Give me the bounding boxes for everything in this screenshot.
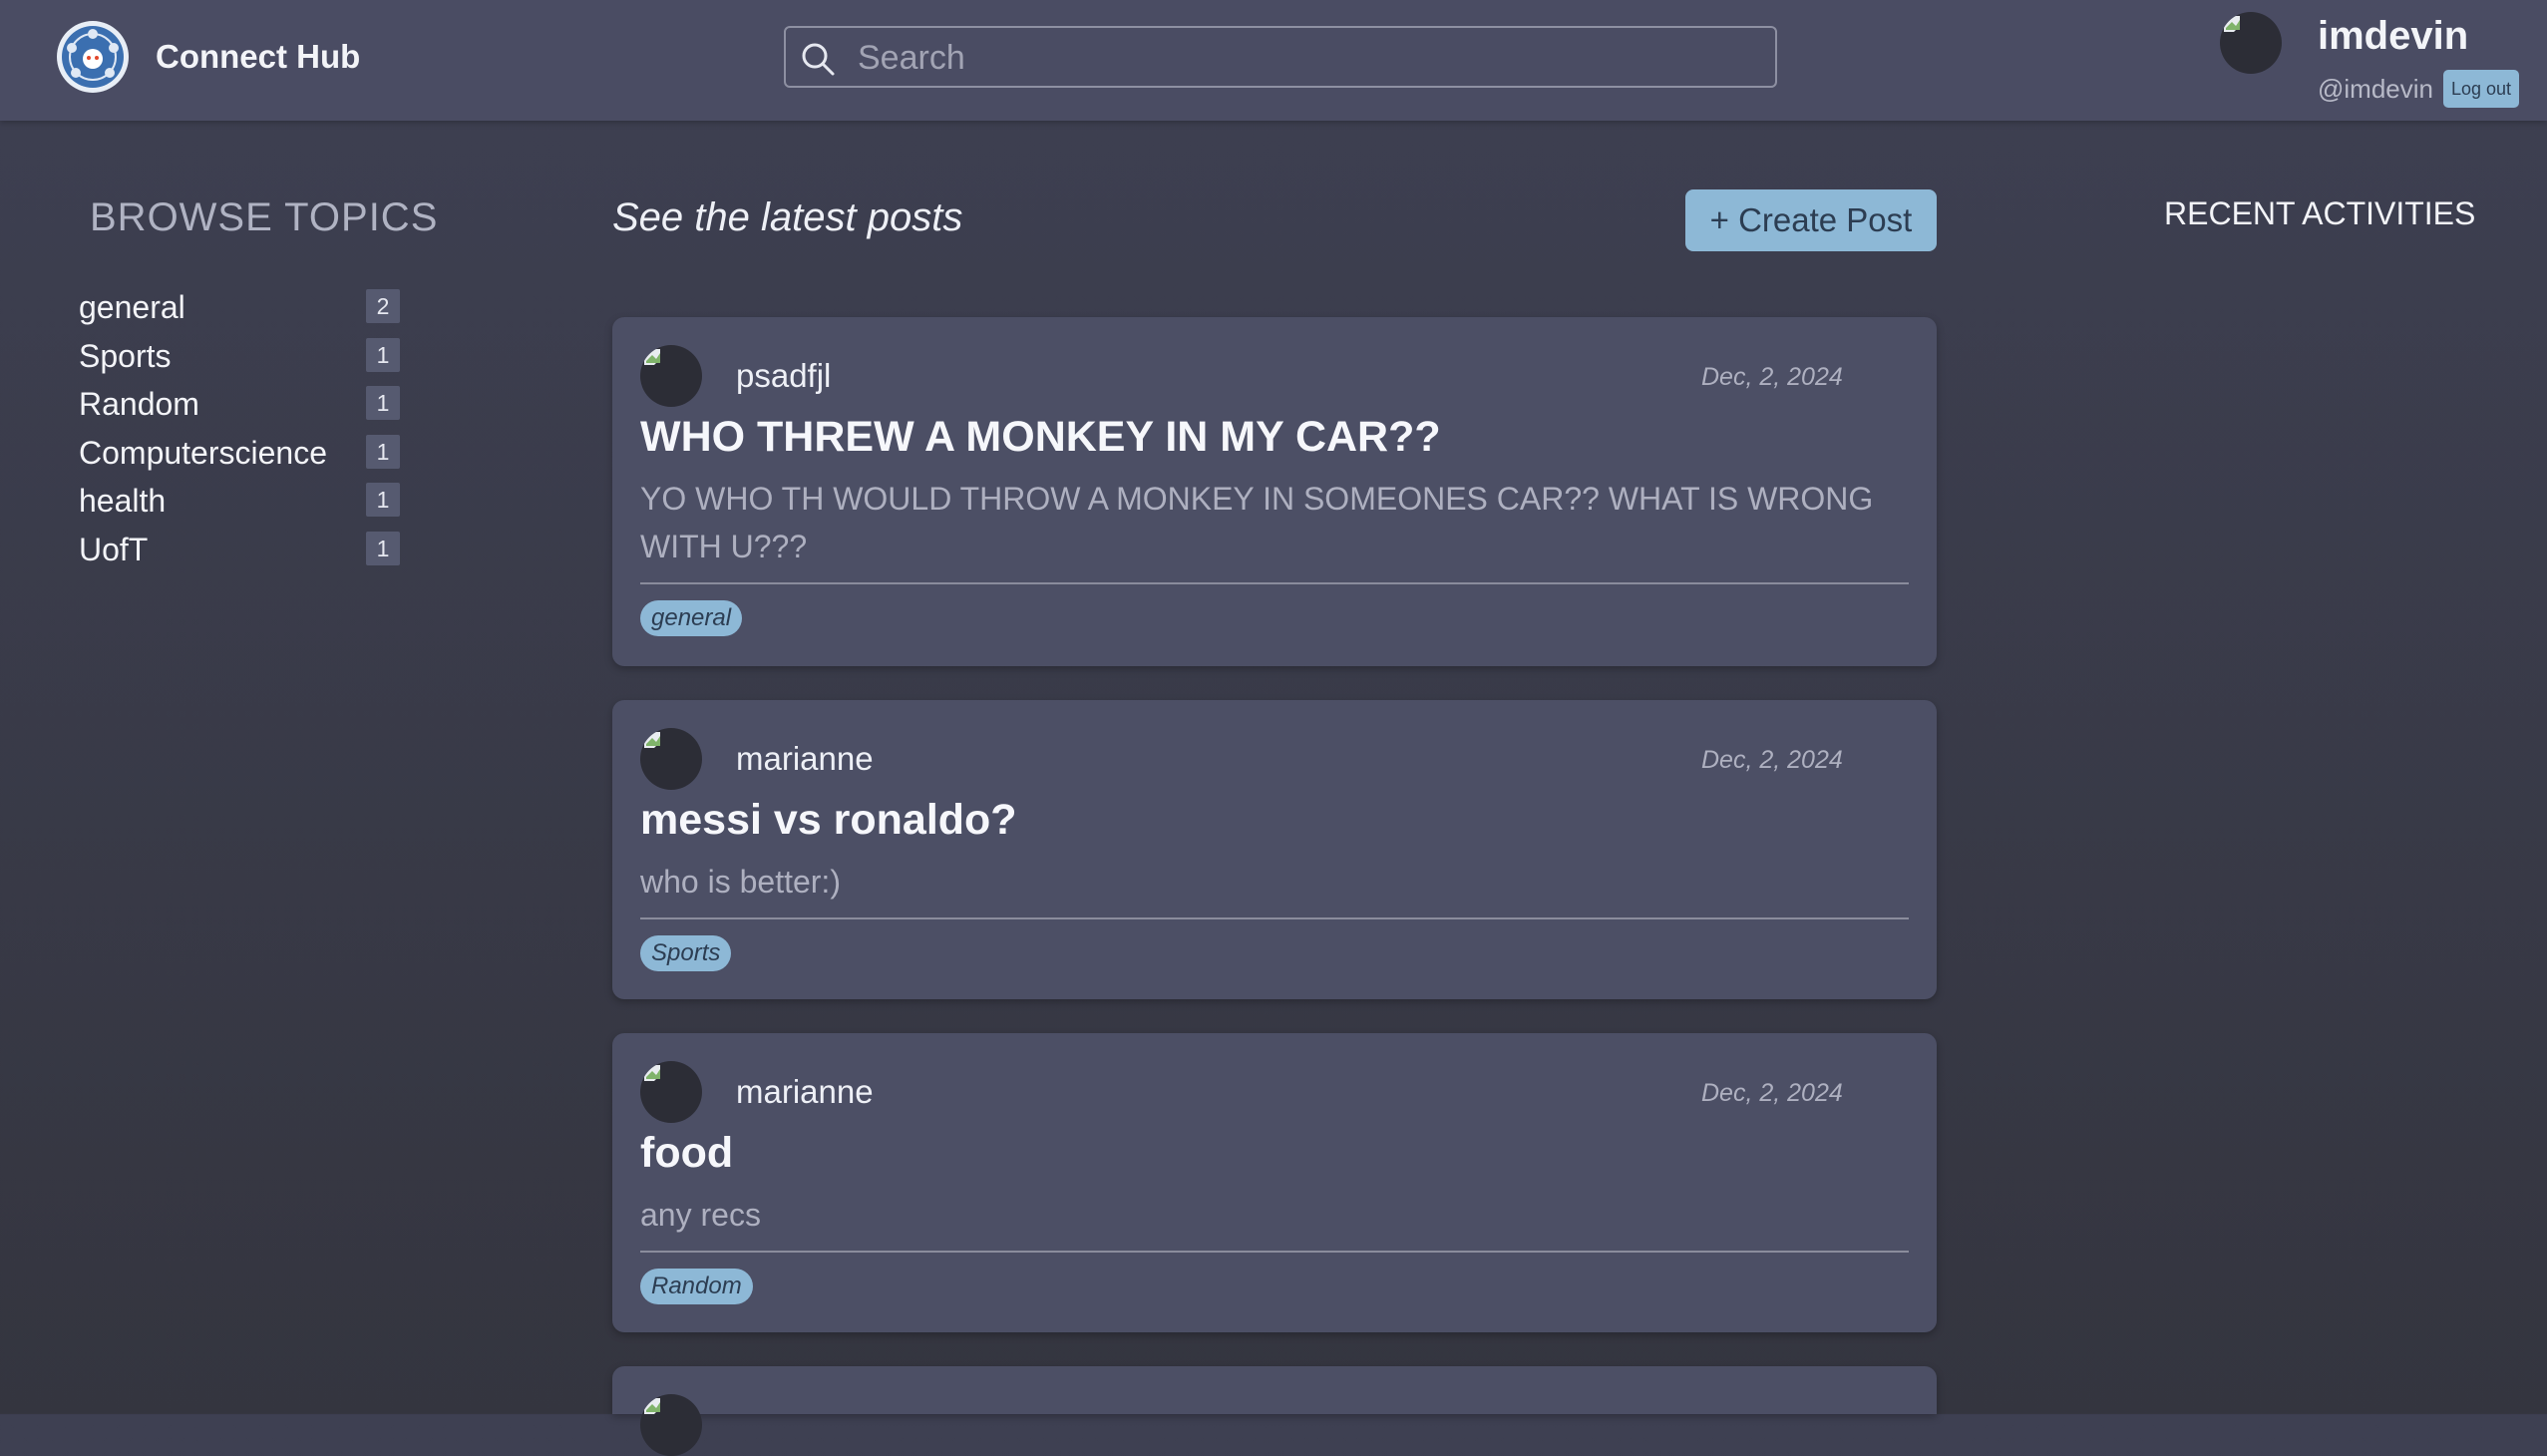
post-body: YO WHO TH WOULD THROW A MONKEY IN SOMEON… (640, 481, 1874, 564)
post-divider (640, 582, 1909, 584)
post-title[interactable]: food (640, 1129, 733, 1178)
user-avatar[interactable] (2220, 12, 2282, 74)
post-body: any recs (640, 1197, 761, 1233)
post-card[interactable]: marianne Dec, 2, 2024 messi vs ronaldo? … (612, 700, 1937, 999)
topic-count: 1 (366, 435, 400, 469)
post-date: Dec, 2, 2024 (1701, 746, 1843, 774)
post-topic-tag[interactable]: Random (640, 1269, 753, 1304)
post-author[interactable]: psadfjl (736, 357, 831, 395)
user-name[interactable]: imdevin (2318, 14, 2468, 59)
topic-name: Random (79, 386, 199, 422)
author-avatar[interactable] (640, 1061, 702, 1123)
topic-count: 1 (366, 386, 400, 420)
create-post-button[interactable]: + Create Post (1685, 189, 1937, 251)
post-author[interactable]: marianne (736, 740, 874, 778)
topic-name: Computerscience (79, 435, 327, 471)
broken-image-icon (644, 1065, 660, 1081)
recent-activities-heading: RECENT ACTIVITIES (2164, 195, 2476, 231)
author-avatar[interactable] (640, 1394, 702, 1456)
search-bar[interactable] (784, 26, 1777, 88)
topic-item-computerscience[interactable]: Computerscience 1 (79, 433, 400, 473)
post-topic-tag[interactable]: Sports (640, 935, 732, 971)
topic-count: 1 (366, 338, 400, 372)
topic-name: UofT (79, 532, 149, 567)
broken-image-icon (644, 732, 660, 748)
top-nav: Connect Hub imdevin @imdevin Log out (0, 0, 2547, 121)
post-topic-tag[interactable]: general (640, 600, 743, 636)
topic-name: general (79, 289, 185, 325)
feed-heading: See the latest posts (612, 195, 963, 239)
topic-count: 2 (366, 289, 400, 323)
post-divider (640, 1251, 1909, 1253)
broken-image-icon (644, 1398, 660, 1414)
logout-button[interactable]: Log out (2443, 70, 2519, 108)
topic-name: health (79, 483, 167, 519)
topic-count: 1 (366, 532, 400, 565)
topic-count: 1 (366, 483, 400, 517)
topic-name: Sports (79, 338, 172, 374)
broken-image-icon (644, 349, 660, 365)
brand-name[interactable]: Connect Hub (156, 38, 360, 76)
search-icon (802, 43, 835, 76)
post-body: who is better:) (640, 864, 841, 900)
topic-item-health[interactable]: health 1 (79, 481, 400, 521)
author-avatar[interactable] (640, 728, 702, 790)
post-card[interactable]: psadfjl Dec, 2, 2024 WHO THREW A MONKEY … (612, 317, 1937, 666)
search-input[interactable] (856, 36, 1757, 80)
post-divider (640, 917, 1909, 919)
browse-topics-heading: BROWSE TOPICS (90, 195, 439, 239)
post-card-partial[interactable] (612, 1366, 1937, 1456)
author-avatar[interactable] (640, 345, 702, 407)
connect-hub-logo-icon[interactable] (56, 20, 130, 94)
post-date: Dec, 2, 2024 (1701, 363, 1843, 391)
post-title[interactable]: WHO THREW A MONKEY IN MY CAR?? (640, 413, 1441, 462)
topic-item-sports[interactable]: Sports 1 (79, 336, 400, 376)
post-card[interactable]: marianne Dec, 2, 2024 food any recs Rand… (612, 1033, 1937, 1332)
topic-item-random[interactable]: Random 1 (79, 384, 400, 424)
post-author[interactable]: marianne (736, 1073, 874, 1111)
post-date: Dec, 2, 2024 (1701, 1079, 1843, 1107)
user-handle: @imdevin (2318, 74, 2433, 104)
broken-image-icon (2224, 16, 2240, 32)
topic-item-uoft[interactable]: UofT 1 (79, 530, 400, 569)
post-title[interactable]: messi vs ronaldo? (640, 796, 1017, 845)
topic-item-general[interactable]: general 2 (79, 287, 400, 327)
